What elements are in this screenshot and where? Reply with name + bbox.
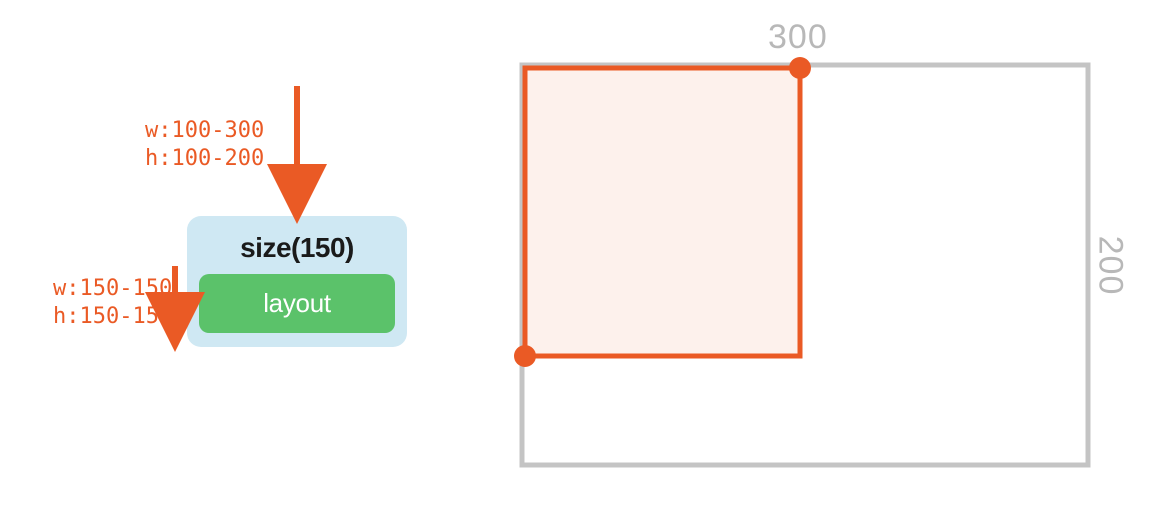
corner-dot-icon xyxy=(514,345,536,367)
diagram-canvas: w:100-300 h:100-200 w:150-150 h:150-150 … xyxy=(0,0,1154,516)
inner-size-box xyxy=(525,68,800,356)
corner-dot-icon xyxy=(789,57,811,79)
diagram-svg-layer xyxy=(0,0,1154,516)
